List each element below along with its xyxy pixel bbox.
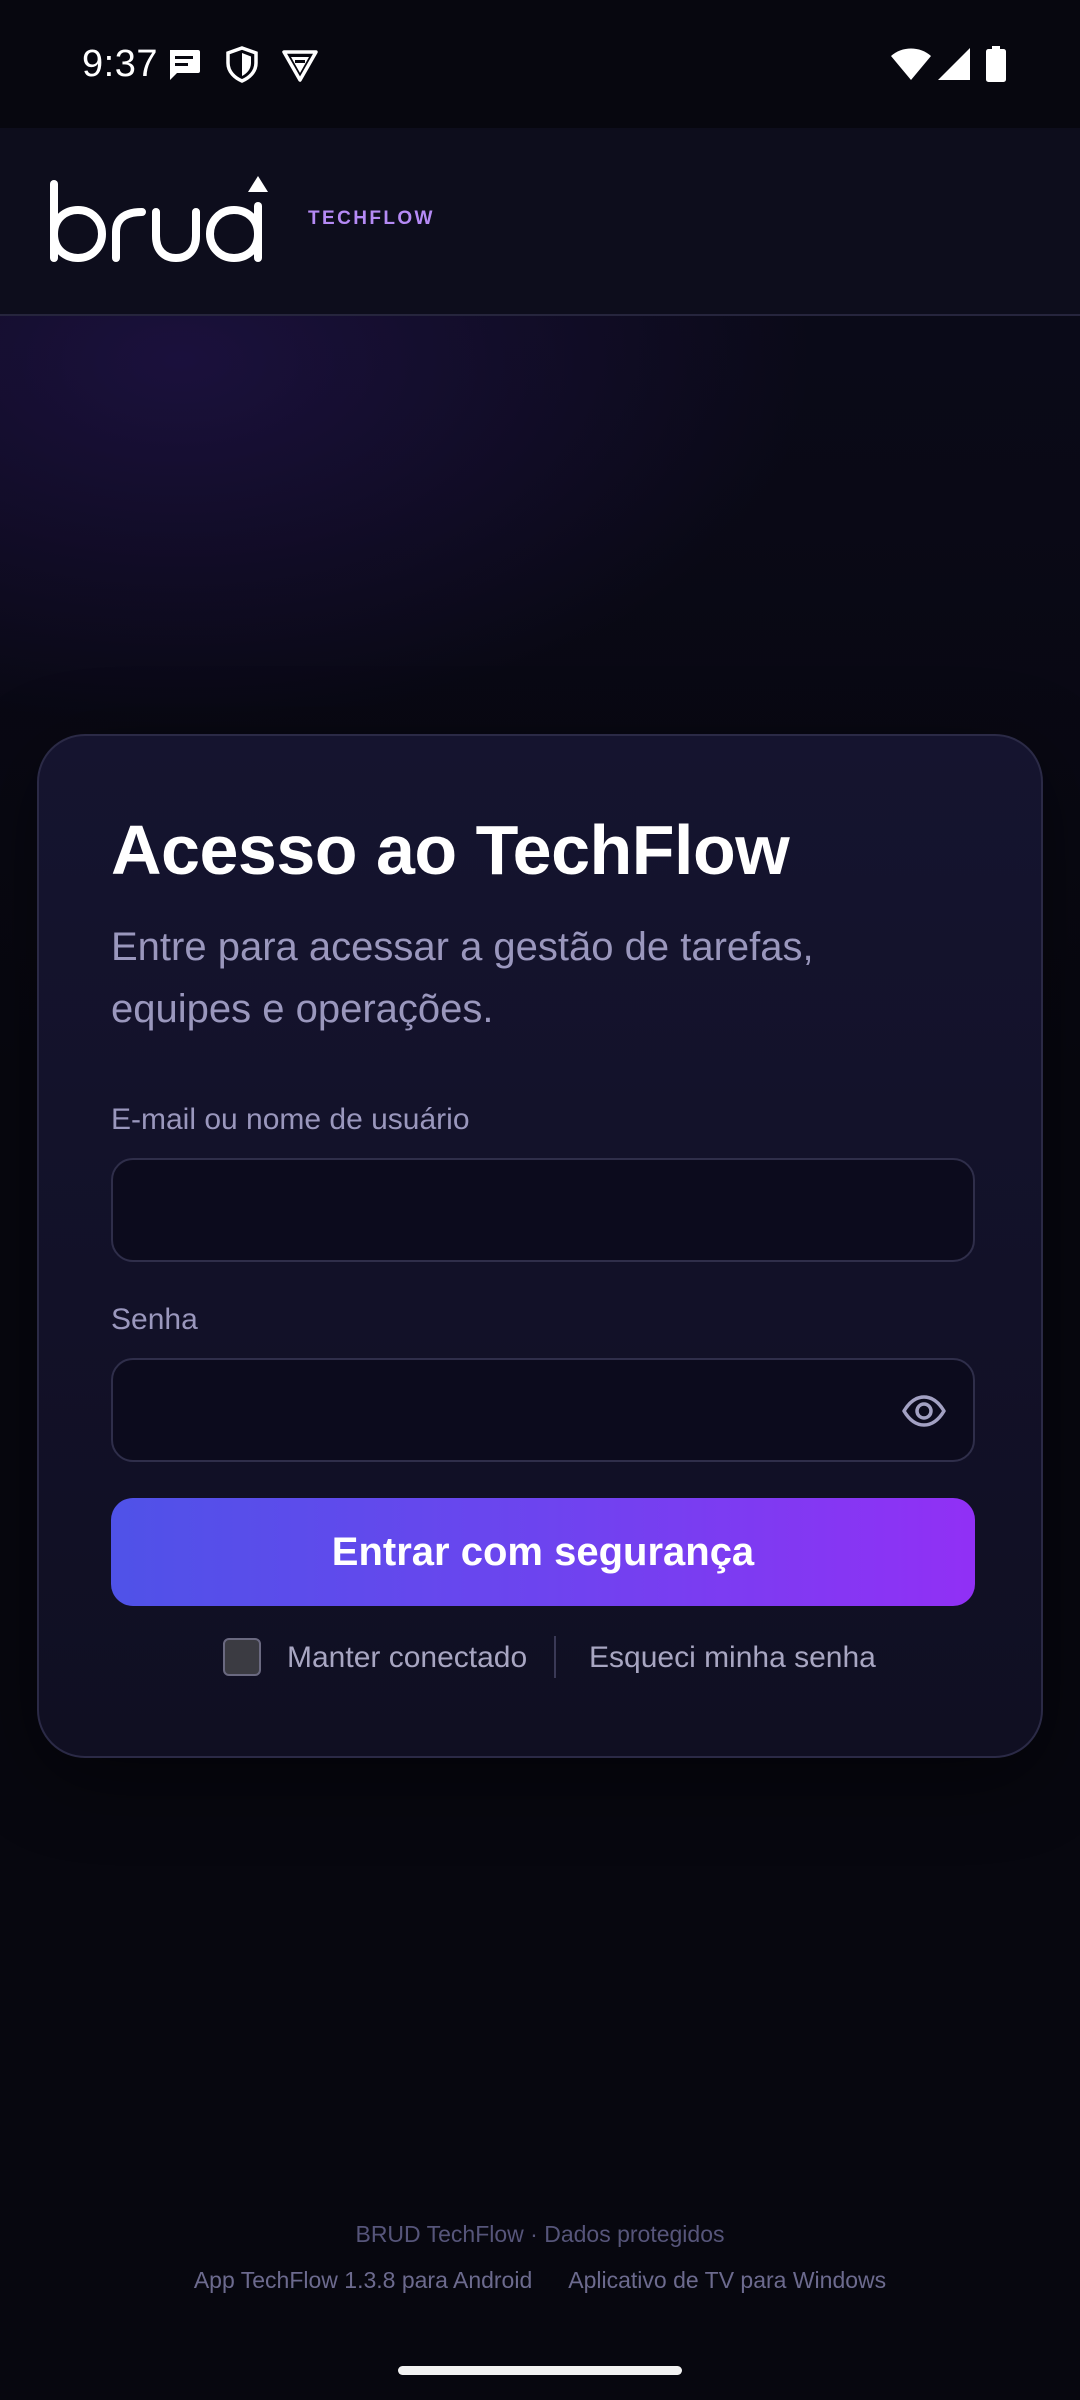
password-input[interactable]	[113, 1360, 973, 1460]
remember-me-label: Manter conectado	[287, 1641, 528, 1674]
login-screen: 9:37 TECHFLOW Acesso ao TechFlow Entre p…	[0, 0, 1080, 2400]
signal-icon	[938, 48, 970, 80]
page-subtitle: Entre para acessar a gestão de tarefas, …	[111, 925, 814, 1031]
password-field	[111, 1358, 975, 1462]
forgot-password-link[interactable]: Esqueci minha senha	[589, 1638, 876, 1678]
vpn-icon	[282, 50, 318, 82]
password-label: Senha	[111, 1303, 198, 1336]
footer-note: BRUD TechFlow · Dados protegidos	[355, 2221, 725, 2247]
options-divider	[554, 1636, 556, 1678]
android-app-link[interactable]: App TechFlow 1.3.8 para Android	[194, 2264, 532, 2296]
battery-icon	[986, 46, 1006, 82]
app-header: TECHFLOW	[0, 128, 1080, 316]
remember-me-checkbox[interactable]	[223, 1638, 261, 1676]
eye-icon[interactable]	[901, 1390, 947, 1432]
username-label: E-mail ou nome de usuário	[111, 1103, 470, 1136]
shield-icon	[226, 46, 258, 83]
page-title: Acesso ao TechFlow	[111, 811, 790, 889]
username-input[interactable]	[113, 1160, 973, 1260]
status-time: 9:37	[82, 43, 158, 85]
status-bar: 9:37	[0, 0, 1080, 128]
login-card: Acesso ao TechFlow Entre para acessar a …	[37, 734, 1043, 1758]
brand-tag: TECHFLOW	[308, 208, 435, 229]
footer-links: App TechFlow 1.3.8 para Android Aplicati…	[0, 2264, 1080, 2296]
brud-logo	[50, 176, 268, 262]
submit-button[interactable]: Entrar com segurança	[111, 1498, 975, 1606]
windows-tv-app-link[interactable]: Aplicativo de TV para Windows	[568, 2264, 886, 2296]
wifi-icon	[891, 48, 931, 80]
options-row: Manter conectado Esqueci minha senha	[39, 1636, 1045, 1680]
message-icon	[170, 50, 200, 80]
home-indicator[interactable]	[398, 2366, 682, 2375]
username-field	[111, 1158, 975, 1262]
